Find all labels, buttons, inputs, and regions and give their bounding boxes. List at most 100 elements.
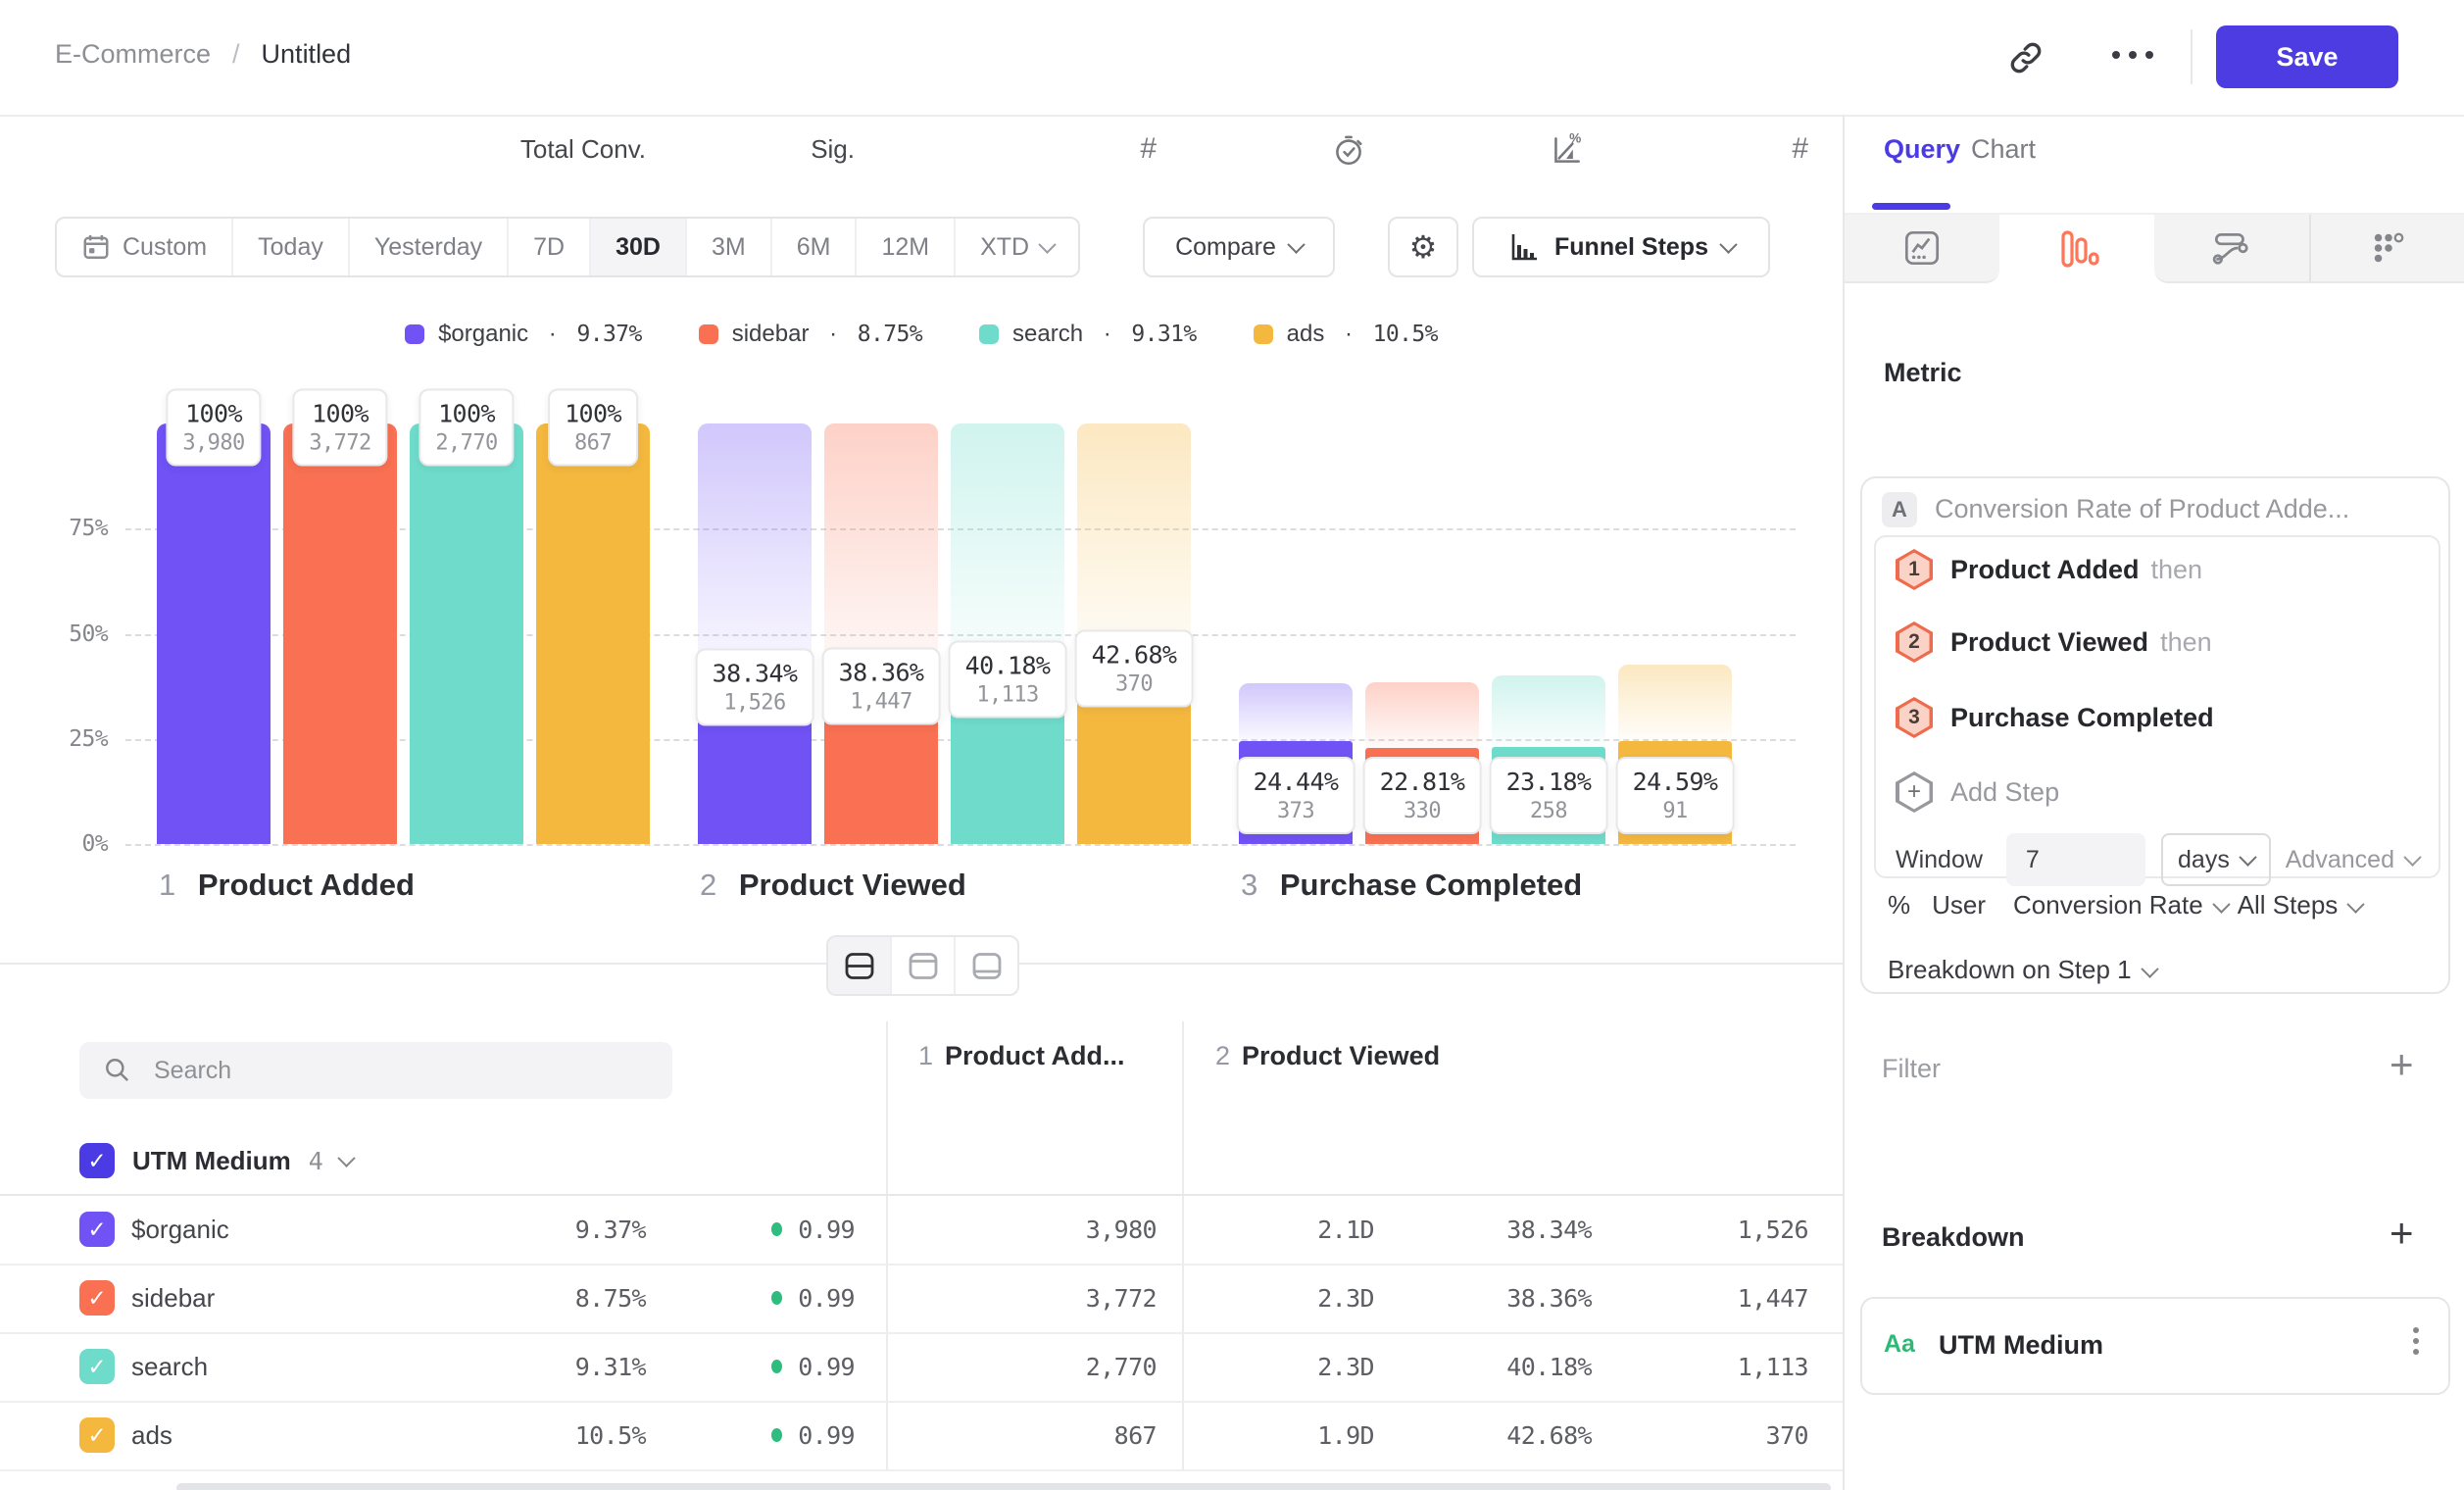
row-step1-count: 2,770 bbox=[886, 1332, 1157, 1401]
tab-funnels-active[interactable] bbox=[1999, 215, 2154, 283]
layout-split-horizontal-button[interactable] bbox=[828, 937, 892, 994]
row-label: search bbox=[131, 1332, 406, 1401]
counting-method[interactable]: User bbox=[1932, 890, 1986, 920]
conv-rate-column-icon[interactable]: % bbox=[1548, 115, 1587, 183]
funnel-bar-value-label: 42.68%370 bbox=[1075, 629, 1194, 707]
sig-dot bbox=[771, 1360, 782, 1373]
tab-insights[interactable] bbox=[1845, 215, 1999, 283]
row-total-conv: 8.75% bbox=[412, 1264, 646, 1332]
add-breakdown-button[interactable]: + bbox=[2390, 1213, 2414, 1254]
advanced-toggle[interactable]: Advanced bbox=[2286, 846, 2419, 874]
insights-icon bbox=[1899, 225, 1945, 271]
search-input[interactable] bbox=[152, 1056, 672, 1086]
window-value-input[interactable] bbox=[2006, 833, 2145, 886]
metric-letter-badge: A bbox=[1882, 492, 1917, 527]
row-step2-count: 1,447 bbox=[1592, 1264, 1808, 1332]
chevron-down-icon bbox=[2403, 848, 2421, 866]
funnel-step-axis-label: 2 Product Viewed bbox=[700, 868, 966, 903]
tab-query[interactable]: Query bbox=[1884, 134, 1960, 165]
group-column-label[interactable]: UTM Medium bbox=[132, 1146, 291, 1176]
gridline bbox=[125, 844, 1796, 846]
breadcrumb-report-name[interactable]: Untitled bbox=[262, 39, 352, 70]
sig-column-header[interactable]: Sig. bbox=[686, 115, 855, 183]
breakdown-item-card[interactable]: Aa UTM Medium bbox=[1860, 1297, 2450, 1395]
select-all-checkbox[interactable]: ✓ bbox=[79, 1143, 115, 1178]
filter-section-heading: Filter bbox=[1882, 1054, 1941, 1084]
layout-bottom-panel-button[interactable] bbox=[956, 937, 1017, 994]
string-property-icon: Aa bbox=[1884, 1330, 1915, 1359]
steps-scope-dropdown[interactable]: All Steps bbox=[2238, 890, 2339, 920]
table-step2-header: 2Product Viewed bbox=[1215, 1041, 1440, 1071]
metric-title[interactable]: Conversion Rate of Product Adde... bbox=[1935, 494, 2349, 524]
add-step-button[interactable]: + Add Step bbox=[1876, 770, 2439, 815]
funnel-step-3[interactable]: 3 Purchase Completed bbox=[1876, 695, 2439, 740]
funnel-bar-value-label: 38.34%1,526 bbox=[696, 648, 814, 725]
breadcrumb-project[interactable]: E-Commerce bbox=[55, 39, 211, 70]
window-unit-select[interactable]: days bbox=[2161, 833, 2271, 886]
count-column-icon[interactable]: # bbox=[1710, 115, 1808, 183]
funnel-bar-dropoff bbox=[698, 423, 812, 683]
row-checkbox[interactable]: ✓ bbox=[79, 1349, 115, 1384]
kebab-menu-icon[interactable] bbox=[2413, 1322, 2419, 1360]
tab-flows[interactable] bbox=[2154, 215, 2311, 283]
layout-toggle bbox=[826, 935, 1019, 996]
funnel-bar-dropoff bbox=[1077, 423, 1191, 665]
funnel-step-1[interactable]: 1 Product Added then bbox=[1876, 547, 2439, 592]
breadcrumb: E-Commerce / Untitled bbox=[55, 39, 351, 70]
save-button[interactable]: Save bbox=[2216, 25, 2398, 88]
breakdown-property-name: UTM Medium bbox=[1939, 1330, 2103, 1361]
count-column-icon[interactable]: # bbox=[1059, 115, 1157, 183]
table-row: ✓ search 9.31% 0.99 2,770 2.3D 40.18% 1,… bbox=[0, 1332, 1843, 1403]
funnel-bar-value-label: 24.44%373 bbox=[1237, 757, 1355, 834]
conversion-window-row: Window days Advanced bbox=[1876, 833, 2439, 886]
step-2-badge: 2 bbox=[1896, 621, 1933, 663]
row-checkbox[interactable]: ✓ bbox=[79, 1280, 115, 1316]
percent-symbol[interactable]: % bbox=[1888, 890, 1910, 920]
funnel-chart: 0%25%50%75%1 Product Added100%3,980100%3… bbox=[0, 115, 1843, 963]
row-checkbox[interactable]: ✓ bbox=[79, 1212, 115, 1247]
header-divider bbox=[2191, 29, 2193, 84]
layout-top-panel-button[interactable] bbox=[892, 937, 956, 994]
retention-icon bbox=[2366, 225, 2411, 271]
horizontal-scrollbar[interactable] bbox=[176, 1483, 1831, 1490]
svg-text:%: % bbox=[1569, 131, 1581, 146]
group-count: 4 bbox=[309, 1147, 322, 1175]
funnel-bar-value-label: 38.36%1,447 bbox=[822, 648, 941, 725]
more-menu-icon[interactable] bbox=[2112, 51, 2153, 59]
plus-hexagon-icon: + bbox=[1896, 771, 1933, 813]
metric-section-heading: Metric bbox=[1884, 358, 1962, 388]
breakdown-on-step-dropdown[interactable]: Breakdown on Step 1 bbox=[1888, 947, 2166, 992]
chevron-down-icon bbox=[2347, 895, 2365, 913]
avg-time-column-icon[interactable] bbox=[1330, 115, 1369, 183]
total-conv-column-header[interactable]: Total Conv. bbox=[412, 115, 646, 183]
copy-link-icon[interactable] bbox=[2007, 39, 2045, 81]
funnel-bar-value-label: 24.59%91 bbox=[1616, 757, 1735, 834]
row-conv-rate: 38.34% bbox=[1374, 1195, 1592, 1264]
row-avg-time: 2.3D bbox=[1182, 1332, 1374, 1401]
funnel-bar-value-label: 23.18%258 bbox=[1490, 757, 1608, 834]
row-label: $organic bbox=[131, 1195, 406, 1264]
row-step2-count: 1,113 bbox=[1592, 1332, 1808, 1401]
row-step2-count: 1,526 bbox=[1592, 1195, 1808, 1264]
tab-retention[interactable] bbox=[2311, 215, 2464, 283]
row-sig: 0.99 bbox=[745, 1195, 855, 1264]
top-panel-icon bbox=[907, 950, 940, 982]
row-checkbox[interactable]: ✓ bbox=[79, 1417, 115, 1453]
group-column-header: ✓ UTM Medium 4 bbox=[79, 1127, 353, 1194]
funnel-step-2[interactable]: 2 Product Viewed then bbox=[1876, 620, 2439, 665]
row-avg-time: 2.3D bbox=[1182, 1264, 1374, 1332]
tab-chart[interactable]: Chart bbox=[1971, 134, 2036, 165]
window-label: Window bbox=[1896, 846, 1983, 874]
metric-card: A Conversion Rate of Product Adde... 1 P… bbox=[1860, 476, 2450, 994]
main-content: Custom Today Yesterday 7D 30D 3M 6M 12M … bbox=[0, 115, 1843, 1490]
funnel-steps-card: 1 Product Added then 2 Product Viewed th… bbox=[1874, 535, 2440, 878]
row-conv-rate: 40.18% bbox=[1374, 1332, 1592, 1401]
add-filter-button[interactable]: + bbox=[2390, 1044, 2414, 1085]
chart-type-tabs bbox=[1845, 213, 2464, 283]
row-label: ads bbox=[131, 1401, 406, 1469]
measure-type-dropdown[interactable]: Conversion Rate bbox=[2013, 890, 2203, 920]
funnel-step-axis-label: 3 Purchase Completed bbox=[1241, 868, 1582, 903]
chevron-down-icon[interactable] bbox=[338, 1149, 356, 1167]
bottom-panel-icon bbox=[970, 950, 1004, 982]
chevron-down-icon bbox=[2212, 895, 2230, 913]
